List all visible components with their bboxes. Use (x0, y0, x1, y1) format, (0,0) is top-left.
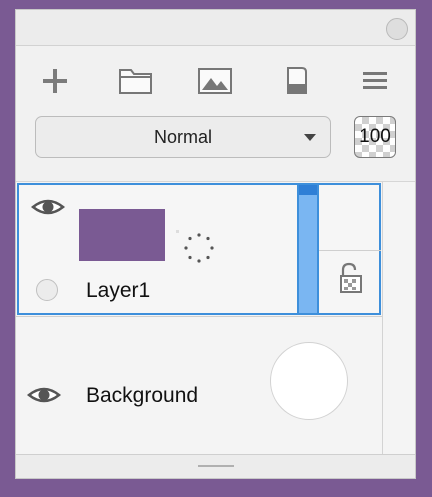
blend-mode-label: Normal (153, 126, 212, 147)
eye-icon[interactable] (30, 195, 66, 224)
folder-icon[interactable] (118, 66, 154, 96)
opacity-field[interactable]: 100 (354, 116, 396, 158)
loading-dot (176, 230, 179, 233)
loading-spinner-icon (183, 232, 215, 264)
panel-title-bar[interactable] (16, 10, 415, 46)
chevron-down-icon (304, 134, 316, 141)
blend-row: Normal 100 (16, 106, 415, 182)
layer-toolbar (16, 46, 415, 106)
menu-icon[interactable] (362, 66, 388, 96)
layer-drag-handle[interactable] (297, 185, 319, 313)
opacity-value: 100 (359, 126, 391, 147)
drag-handle-cap (299, 185, 317, 195)
layer-list: Layer1 Background (16, 182, 382, 454)
layer-lock-cell[interactable] (319, 250, 381, 313)
layer-name: Layer1 (86, 279, 151, 302)
layer-thumbnail (79, 209, 165, 261)
layers-panel: Normal 100 Layer1 Background (15, 9, 416, 479)
close-button[interactable] (386, 18, 408, 40)
eye-icon[interactable] (26, 383, 62, 412)
panel-footer[interactable] (16, 454, 415, 478)
image-icon[interactable] (197, 66, 233, 96)
eraser-icon[interactable] (284, 66, 310, 96)
blend-mode-dropdown[interactable]: Normal (35, 116, 331, 158)
unlock-icon (340, 262, 362, 293)
add-layer-icon[interactable] (40, 66, 70, 96)
layer-name[interactable]: Background (86, 384, 198, 408)
background-thumbnail (270, 342, 348, 420)
resize-grip-icon[interactable] (198, 465, 234, 467)
layer-divider (16, 316, 382, 317)
layer-row[interactable]: Layer1 (17, 183, 381, 315)
layer-select-radio[interactable] (36, 279, 58, 301)
layer-scrollbar[interactable] (382, 182, 415, 454)
